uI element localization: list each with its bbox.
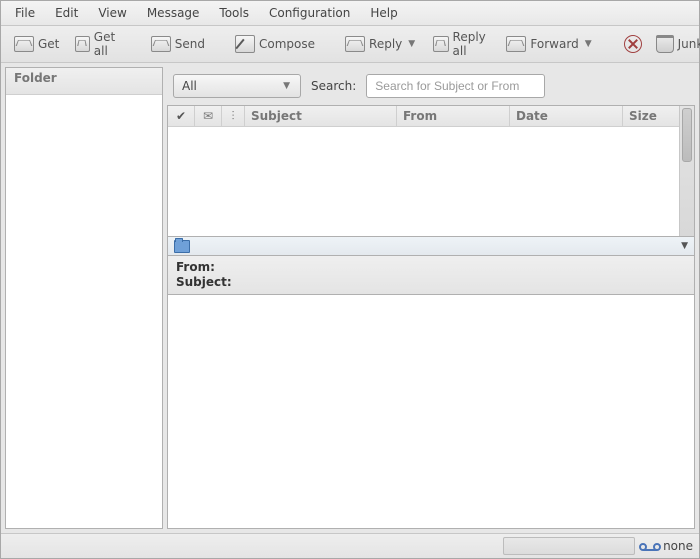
stop-button[interactable] [617,31,649,57]
preview-from-label: From: [176,260,686,275]
get-label: Get [38,37,59,51]
message-list-body[interactable] [168,127,679,236]
menu-message[interactable]: Message [137,2,210,24]
forward-label: Forward [530,37,578,51]
trash-icon [656,35,674,53]
envelope-icon [14,36,34,52]
get-button[interactable]: Get [7,32,66,56]
menubar: File Edit View Message Tools Configurati… [1,1,699,26]
envelope-icon [506,36,526,52]
toolbar: Get Get all Send Compose Reply ▼ Reply a… [1,26,699,63]
folder-icon [174,240,190,253]
mail-client-window: File Edit View Message Tools Configurati… [0,0,700,559]
junk-button[interactable]: Junk [649,31,700,57]
message-list: ✔ ✉ ⫶ Subject From Date Size [167,105,695,237]
connection-status[interactable]: none [643,539,693,553]
compose-button[interactable]: Compose [228,31,322,57]
send-label: Send [175,37,205,51]
right-panel: All ▼ Search: ✔ ✉ ⫶ Subject From [167,67,695,529]
junk-label: Junk [678,37,700,51]
col-size[interactable]: Size [623,106,679,126]
col-subject[interactable]: Subject [245,106,397,126]
statusbar: none [1,533,699,558]
reply-all-label: Reply all [453,30,491,58]
folder-panel: Folder [5,67,163,529]
main-area: Folder All ▼ Search: ✔ [1,63,699,533]
col-from[interactable]: From [397,106,510,126]
message-list-inner: ✔ ✉ ⫶ Subject From Date Size [168,106,679,236]
menu-help[interactable]: Help [360,2,407,24]
search-input[interactable] [373,78,538,94]
col-date[interactable]: Date [510,106,623,126]
network-icon [643,541,657,551]
chevron-down-icon: ▼ [281,79,292,93]
menu-tools[interactable]: Tools [209,2,259,24]
menu-view[interactable]: View [88,2,136,24]
send-button[interactable]: Send [144,32,212,56]
view-filter-combo[interactable]: All ▼ [173,74,301,98]
folder-tree[interactable] [6,95,162,528]
search-field-wrap [366,74,545,98]
col-status[interactable]: ✉ [195,106,222,126]
menu-edit[interactable]: Edit [45,2,88,24]
menu-configuration[interactable]: Configuration [259,2,360,24]
envelope-icon [345,36,365,52]
menu-file[interactable]: File [5,2,45,24]
preview-body[interactable] [167,295,695,529]
compose-label: Compose [259,37,315,51]
reply-all-button[interactable]: Reply all [426,26,497,62]
envelope-icon [151,36,171,52]
chevron-down-icon[interactable]: ▼ [406,37,417,51]
scrollbar-thumb[interactable] [682,108,692,162]
preview-subject-label: Subject: [176,275,686,290]
reply-button[interactable]: Reply ▼ [338,32,424,56]
preview-header: From: Subject: [167,256,695,295]
get-all-button[interactable]: Get all [68,26,127,62]
envelope-icon [75,36,89,52]
envelope-icon [433,36,448,52]
folder-path-bar[interactable]: ▼ [167,237,695,256]
view-filter-value: All [182,79,197,93]
stop-icon [624,35,642,53]
filter-row: All ▼ Search: [167,67,695,105]
compose-icon [235,35,255,53]
get-all-label: Get all [94,30,121,58]
forward-button[interactable]: Forward ▼ [499,32,600,56]
col-attach[interactable]: ⫶ [222,106,245,126]
message-list-scrollbar[interactable] [679,106,694,236]
connection-status-text: none [663,539,693,553]
folder-header[interactable]: Folder [6,68,162,95]
search-label: Search: [311,79,356,93]
chevron-down-icon[interactable]: ▼ [583,37,594,51]
reply-label: Reply [369,37,402,51]
message-list-header: ✔ ✉ ⫶ Subject From Date Size [168,106,679,127]
status-progress [503,537,635,555]
chevron-down-icon[interactable]: ▼ [681,241,688,251]
col-flag[interactable]: ✔ [168,106,195,126]
